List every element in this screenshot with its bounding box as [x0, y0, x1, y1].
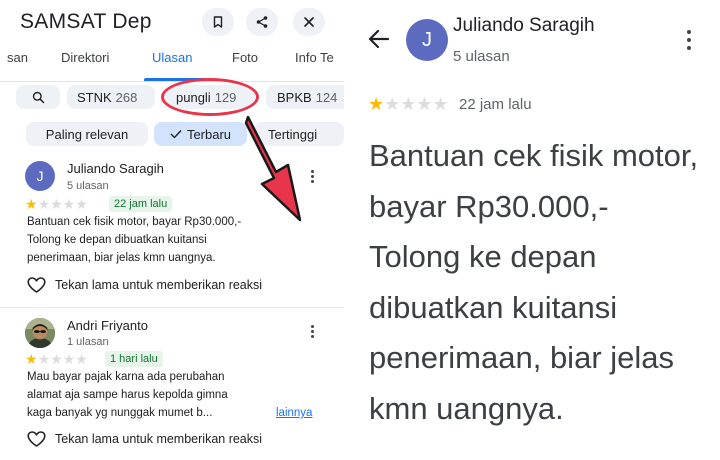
annotation-arrow	[244, 115, 302, 222]
bookmark-icon	[213, 16, 223, 28]
review-more-options-button[interactable]	[305, 323, 319, 339]
reviewer-avatar[interactable]: J	[406, 19, 448, 61]
read-more-link[interactable]: lainnya	[276, 405, 312, 423]
more-options-button[interactable]	[686, 30, 692, 50]
review-detail-panel: J Juliando Saragih 5 ulasan ★★★★★ 22 jam…	[352, 0, 720, 460]
review-date: 22 jam lalu	[459, 96, 532, 113]
review-text-line: Tolong ke depan dibuatkan kuitansi	[27, 234, 207, 246]
annotation-highlight-circle	[161, 78, 259, 116]
reviewer-name[interactable]: Andri Friyanto	[67, 318, 148, 333]
star-rating: ★★★★★	[25, 351, 88, 367]
topic-chip-label: BPKB	[277, 89, 312, 105]
share-icon	[256, 16, 268, 28]
topic-chip-count: 268	[115, 89, 138, 105]
review-text-line: Mau bayar pajak karna ada perubahan	[27, 371, 225, 383]
topic-chip-count: 124	[315, 89, 338, 105]
review-divider	[0, 307, 344, 308]
tab-direktori[interactable]: Direktori	[61, 50, 109, 65]
topic-chip-stnk[interactable]: STNK 268	[67, 85, 155, 109]
react-label: Tekan lama untuk memberikan reaksi	[55, 432, 263, 446]
star-rating: ★★★★★	[368, 94, 449, 114]
reviewer-review-count: 5 ulasan	[67, 180, 109, 192]
tab-ringkasan[interactable]: san	[7, 50, 28, 65]
review-date-badge: 22 jam lalu	[109, 196, 173, 212]
tab-info[interactable]: Info Te	[295, 50, 334, 65]
react-button[interactable]: Tekan lama untuk memberikan reaksi	[27, 431, 262, 447]
review-full-text: Bantuan cek fisik motor, bayar Rp30.000,…	[369, 138, 699, 426]
place-title: SAMSAT Dep	[20, 10, 152, 33]
close-button[interactable]	[293, 8, 325, 36]
react-label: Tekan lama untuk memberikan reaksi	[55, 278, 263, 292]
heart-icon	[27, 277, 46, 293]
review-text-line: kaga banyak yg nunggak mumet b...	[27, 407, 213, 419]
review-text-line: alamat aja sampe harus kepolda gimna	[27, 389, 228, 401]
back-arrow-icon[interactable]	[366, 26, 392, 52]
heart-icon	[27, 431, 46, 447]
sort-chip-paling-relevan[interactable]: Paling relevan	[26, 122, 148, 146]
tab-foto[interactable]: Foto	[232, 50, 258, 65]
reviewer-avatar[interactable]: J	[25, 161, 55, 191]
close-icon	[304, 17, 314, 27]
reviewer-avatar[interactable]	[25, 318, 55, 348]
review-text-line: penerimaan, biar jelas kmn uangnya.	[27, 252, 216, 264]
tab-ulasan[interactable]: Ulasan	[152, 50, 192, 65]
place-reviews-panel: SAMSAT Dep san Direktori Ulasan Foto Inf…	[0, 0, 344, 460]
reviewer-review-count: 5 ulasan	[453, 48, 510, 65]
sort-chip-label: Terbaru	[186, 126, 232, 142]
share-button[interactable]	[246, 8, 278, 36]
search-reviews-button[interactable]	[16, 85, 60, 109]
react-button[interactable]: Tekan lama untuk memberikan reaksi	[27, 277, 262, 293]
reviewer-photo	[25, 318, 55, 348]
review-date-badge: 1 hari lalu	[105, 351, 163, 367]
check-icon	[170, 130, 182, 139]
topic-chip-label: STNK	[77, 89, 112, 105]
topic-chip-bpkb[interactable]: BPKB 124	[266, 85, 344, 109]
save-button[interactable]	[202, 8, 234, 36]
search-icon	[32, 91, 44, 103]
reviewer-name[interactable]: Juliando Saragih	[67, 161, 164, 176]
review-text-line: Bantuan cek fisik motor, bayar Rp30.000,…	[27, 216, 242, 228]
star-rating: ★★★★★	[25, 196, 88, 212]
review-more-options-button[interactable]	[305, 168, 319, 184]
reviewer-review-count: 1 ulasan	[67, 336, 109, 348]
reviewer-name[interactable]: Juliando Saragih	[453, 15, 595, 37]
tab-divider	[0, 81, 344, 82]
tab-bar: san Direktori Ulasan Foto Info Te	[0, 48, 344, 82]
